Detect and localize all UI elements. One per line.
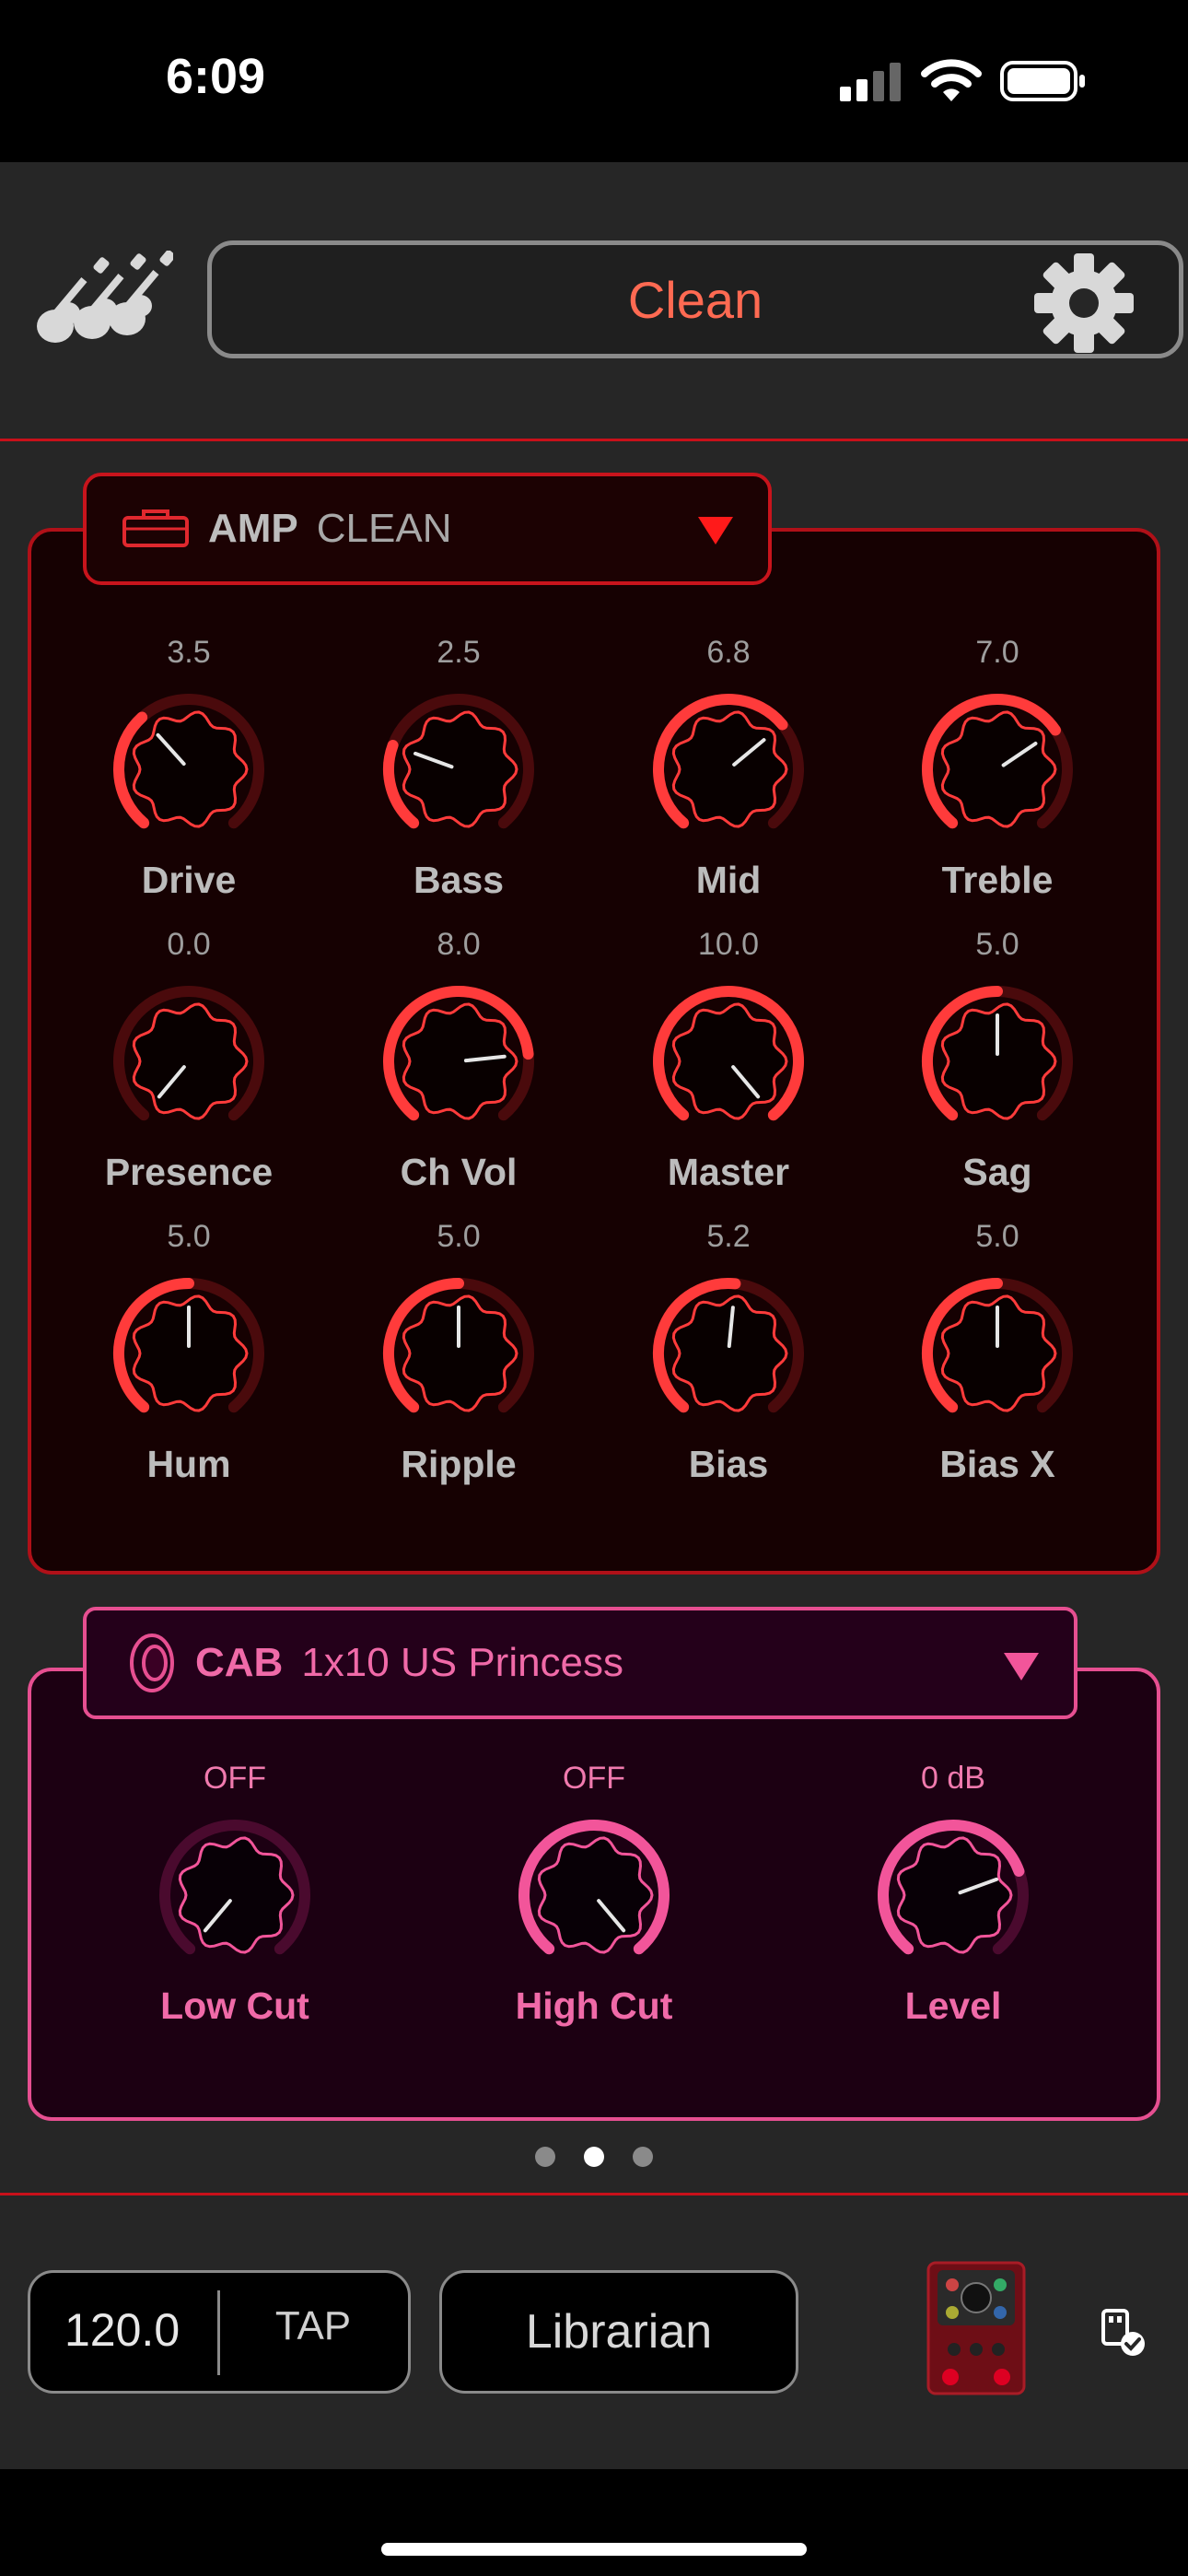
knob-label: Bias X (939, 1443, 1055, 1485)
librarian-button[interactable]: Librarian (439, 2270, 798, 2394)
knob-label: Presence (104, 1151, 274, 1193)
knob-hum: 5.0 Hum (97, 1216, 281, 1486)
knob-dial[interactable] (650, 1275, 807, 1432)
knob-bias-x: 5.0 Bias X (905, 1216, 1089, 1486)
knob-label: Bass (413, 859, 504, 901)
battery-icon (1000, 61, 1085, 101)
knob-dial[interactable] (157, 1817, 313, 1973)
knob-dial[interactable] (919, 1275, 1076, 1432)
knob-dial[interactable] (919, 983, 1076, 1140)
knob-label: Ch Vol (400, 1151, 518, 1193)
page-dot-1[interactable] (535, 2147, 555, 2167)
tap-tempo-button[interactable]: TAP (239, 2303, 387, 2349)
knob-value: 5.0 (975, 1219, 1019, 1254)
page-dot-2[interactable] (584, 2147, 604, 2167)
amp-model-name: CLEAN (316, 506, 452, 551)
knob-dial[interactable] (380, 1275, 537, 1432)
usb-connected-icon (1101, 2309, 1145, 2356)
cab-label: CAB (195, 1640, 284, 1685)
knob-value: 5.2 (706, 1219, 751, 1254)
home-indicator[interactable] (381, 2543, 807, 2556)
knob-dial[interactable] (111, 983, 267, 1140)
knob-value: 5.0 (975, 927, 1019, 962)
gear-icon[interactable] (1033, 252, 1135, 354)
knob-value: 2.5 (437, 635, 481, 670)
pedal-icon[interactable] (926, 2261, 1026, 2395)
tempo-divider (217, 2290, 220, 2375)
knob-label: Mid (695, 859, 762, 901)
knob-bias: 5.2 Bias (636, 1216, 821, 1486)
knob-drive: 3.5 Drive (97, 632, 281, 902)
knob-ch-vol: 8.0 Ch Vol (367, 924, 551, 1194)
dropdown-triangle-icon (698, 517, 733, 544)
knob-low-cut: OFF Low Cut (143, 1758, 327, 2028)
knob-value: 7.0 (975, 635, 1019, 670)
status-time: 6:09 (166, 49, 266, 104)
knob-label: Treble (941, 859, 1054, 901)
knob-master: 10.0 Master (636, 924, 821, 1194)
knob-label: Master (667, 1151, 790, 1193)
knob-sag: 5.0 Sag (905, 924, 1089, 1194)
knob-value: 10.0 (697, 927, 760, 962)
knob-label: Level (904, 1985, 1002, 2027)
knob-dial[interactable] (380, 691, 537, 848)
knob-dial[interactable] (650, 691, 807, 848)
cab-model-name: 1x10 US Princess (301, 1640, 624, 1685)
cab-model-selector[interactable]: CAB 1x10 US Princess (83, 1607, 1077, 1719)
knob-value: OFF (563, 1761, 625, 1796)
amp-label: AMP (208, 506, 298, 551)
knob-bass: 2.5 Bass (367, 632, 551, 902)
knob-label: High Cut (515, 1985, 673, 2027)
knob-value: 5.0 (167, 1219, 211, 1254)
knob-value: OFF (204, 1761, 266, 1796)
knob-value: 5.0 (437, 1219, 481, 1254)
page-dot-3[interactable] (633, 2147, 653, 2167)
knob-label: Bias (688, 1443, 769, 1485)
knob-label: Drive (141, 859, 237, 901)
knob-value: 3.5 (167, 635, 211, 670)
speaker-icon (130, 1633, 174, 1692)
knob-dial[interactable] (111, 691, 267, 848)
guitars-icon[interactable] (35, 251, 173, 350)
knob-value: 6.8 (706, 635, 751, 670)
cellular-signal-icon (840, 63, 901, 101)
tempo-value[interactable]: 120.0 (64, 2303, 180, 2357)
amp-model-selector[interactable]: AMP CLEAN (83, 473, 772, 585)
knob-level: 0 dB Level (861, 1758, 1045, 2028)
knob-dial[interactable] (650, 983, 807, 1140)
knob-label: Ripple (401, 1443, 517, 1485)
knob-dial[interactable] (919, 691, 1076, 848)
wifi-icon (921, 59, 982, 101)
knob-dial[interactable] (875, 1817, 1031, 1973)
knob-treble: 7.0 Treble (905, 632, 1089, 902)
knob-label: Hum (146, 1443, 231, 1485)
knob-value: 0 dB (921, 1761, 985, 1796)
knob-value: 8.0 (437, 927, 481, 962)
knob-dial[interactable] (516, 1817, 672, 1973)
knob-value: 0.0 (167, 927, 211, 962)
knob-ripple: 5.0 Ripple (367, 1216, 551, 1486)
knob-dial[interactable] (111, 1275, 267, 1432)
dropdown-triangle-icon (1004, 1653, 1039, 1680)
knob-high-cut: OFF High Cut (502, 1758, 686, 2028)
home-area (0, 2469, 1188, 2576)
knob-dial[interactable] (380, 983, 537, 1140)
knob-label: Low Cut (160, 1985, 309, 2027)
knob-mid: 6.8 Mid (636, 632, 821, 902)
knob-label: Sag (962, 1151, 1032, 1193)
knob-presence: 0.0 Presence (97, 924, 281, 1194)
amp-icon (122, 509, 189, 547)
